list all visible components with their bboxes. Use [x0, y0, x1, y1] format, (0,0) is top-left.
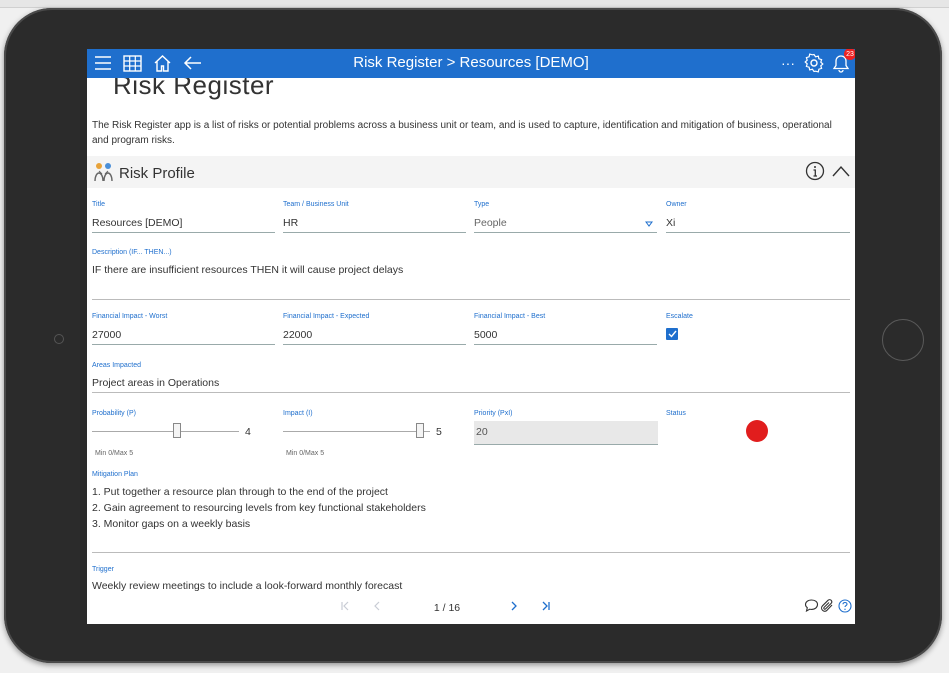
previous-page-button[interactable]	[372, 601, 382, 614]
escalate-checkbox[interactable]	[666, 328, 678, 340]
risk-profile-icon	[93, 161, 115, 188]
probability-slider[interactable]: 4	[92, 420, 257, 442]
escalate-label: Escalate	[666, 313, 693, 320]
first-page-button[interactable]	[340, 601, 350, 614]
fin-worst-field[interactable]: 27000	[92, 324, 275, 345]
title-field[interactable]: Resources [DEMO]	[92, 212, 275, 233]
info-icon[interactable]	[805, 161, 825, 186]
app-screen: Risk Register > Resources [DEMO] ··· 23 …	[87, 49, 855, 624]
notification-badge: 23	[844, 49, 855, 60]
priority-field: 20	[474, 421, 658, 445]
help-icon[interactable]	[838, 599, 852, 618]
impact-track	[283, 431, 430, 432]
areas-field[interactable]: Project areas in Operations	[92, 372, 850, 393]
priority-label: Priority (PxI)	[474, 410, 513, 417]
probability-thumb[interactable]	[173, 423, 181, 438]
impact-slider[interactable]: 5	[283, 420, 448, 442]
page-indicator: 1 / 16	[433, 602, 461, 614]
back-arrow-icon[interactable]	[181, 52, 203, 74]
status-indicator	[746, 420, 768, 442]
team-label: Team / Business Unit	[283, 201, 349, 208]
mitigation-line: 2. Gain agreement to resourcing levels f…	[92, 502, 426, 514]
background-strip	[0, 0, 949, 8]
mitigation-label: Mitigation Plan	[92, 471, 138, 478]
chevron-down-icon	[645, 218, 653, 230]
more-options-button[interactable]: ···	[779, 52, 797, 74]
next-page-button[interactable]	[509, 601, 519, 614]
section-header-risk-profile[interactable]: Risk Profile	[87, 156, 855, 188]
description-label: Description (IF... THEN...)	[92, 249, 172, 256]
home-button[interactable]	[882, 319, 924, 361]
home-icon[interactable]	[151, 52, 173, 74]
app-title: Risk Register	[113, 78, 275, 100]
owner-label: Owner	[666, 201, 687, 208]
trigger-label: Trigger	[92, 566, 114, 573]
probability-label: Probability (P)	[92, 410, 136, 417]
impact-value: 5	[436, 426, 442, 438]
mitigation-field[interactable]: 1. Put together a resource plan through …	[92, 480, 850, 553]
fin-best-field[interactable]: 5000	[474, 324, 657, 345]
top-bar: Risk Register > Resources [DEMO] ··· 23	[87, 49, 855, 78]
impact-minmax: Min 0/Max 5	[286, 450, 325, 457]
comment-icon[interactable]	[804, 599, 819, 617]
fin-expected-field[interactable]: 22000	[283, 324, 466, 345]
gear-icon[interactable]	[803, 52, 825, 74]
section-title: Risk Profile	[119, 165, 195, 182]
fin-best-label: Financial Impact - Best	[474, 313, 546, 320]
probability-minmax: Min 0/Max 5	[95, 450, 134, 457]
fin-expected-label: Financial Impact - Expected	[283, 313, 370, 320]
last-page-button[interactable]	[541, 601, 551, 614]
owner-field[interactable]: Xi	[666, 212, 850, 233]
bell-icon[interactable]: 23	[831, 49, 855, 74]
probability-value: 4	[245, 426, 251, 438]
pagination-bar: 1 / 16	[87, 592, 855, 624]
grid-icon[interactable]	[121, 52, 143, 74]
team-field[interactable]: HR	[283, 212, 466, 233]
trigger-field[interactable]: Weekly review meetings to include a look…	[92, 575, 850, 592]
impact-thumb[interactable]	[416, 423, 424, 438]
type-label: Type	[474, 201, 490, 208]
mitigation-line: 1. Put together a resource plan through …	[92, 486, 388, 498]
fin-worst-label: Financial Impact - Worst	[92, 313, 168, 320]
areas-label: Areas Impacted	[92, 362, 142, 369]
probability-track	[92, 431, 239, 432]
hamburger-menu-icon[interactable]	[93, 52, 113, 74]
paperclip-icon[interactable]	[821, 599, 834, 618]
type-select[interactable]: People	[474, 212, 657, 233]
title-label: Title	[92, 201, 105, 208]
app-description: The Risk Register app is a list of risks…	[92, 120, 832, 146]
form-content: Risk Register The Risk Register app is a…	[87, 78, 855, 592]
type-select-value: People	[474, 217, 507, 229]
description-field[interactable]: IF there are insufficient resources THEN…	[92, 256, 850, 300]
impact-label: Impact (I)	[283, 410, 313, 417]
mitigation-line: 3. Monitor gaps on a weekly basis	[92, 518, 251, 530]
camera-icon	[54, 334, 64, 344]
chevron-up-icon[interactable]	[831, 164, 851, 183]
status-label: Status	[666, 410, 686, 417]
